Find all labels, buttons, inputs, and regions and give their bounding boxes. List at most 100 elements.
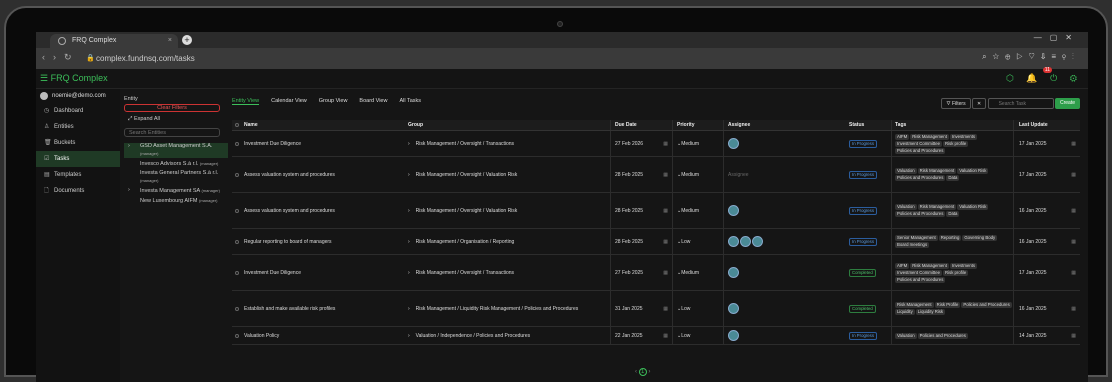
row-checkbox[interactable]	[235, 172, 239, 177]
tab-all-tasks[interactable]: All Tasks	[399, 98, 421, 104]
calendar-icon[interactable]: ▦	[1071, 270, 1076, 276]
assignee-cell[interactable]	[723, 327, 847, 344]
priority-select[interactable]: ⌄ Medium	[672, 131, 723, 156]
status-cell[interactable]: Completed	[847, 255, 891, 290]
calendar-icon[interactable]: ▦	[663, 239, 668, 245]
tag-chip[interactable]: Valuation	[895, 204, 917, 210]
chevron-right-icon[interactable]: ›	[408, 141, 410, 147]
due-date[interactable]: 27 Feb 2026 ▦	[610, 131, 672, 156]
status-cell[interactable]: In Progress	[847, 193, 891, 228]
tag-chip[interactable]: Policies and Procedures	[895, 175, 946, 181]
assignee-cell[interactable]	[723, 193, 847, 228]
tag-chip[interactable]: Valuation Risk	[957, 168, 989, 174]
tags-cell[interactable]: AIFM Risk Management Investments Investment…	[891, 131, 1013, 156]
row-checkbox[interactable]	[235, 239, 239, 244]
status-cell[interactable]: In Progress	[847, 327, 891, 344]
page-current[interactable]: 1	[638, 368, 647, 376]
tags-cell[interactable]: Valuation Risk Management Valuation Risk Po…	[891, 193, 1013, 228]
filters-button[interactable]: ⛛ Filters	[941, 98, 971, 109]
entity-node[interactable]: › GSD Asset Management S.A. (manager)	[124, 143, 228, 158]
calendar-icon[interactable]: ▦	[663, 141, 668, 147]
tag-chip[interactable]: AIFM	[895, 262, 910, 269]
tag-chip[interactable]: Risk Management	[917, 168, 957, 174]
entity-node[interactable]: Investa General Partners S.à r.l. (manag…	[124, 170, 228, 185]
table-row[interactable]: Investment Due Diligence › Risk Management…	[232, 131, 1080, 157]
chevron-right-icon[interactable]: ›	[408, 333, 410, 339]
assignee-cell[interactable]	[723, 291, 847, 326]
tags-cell[interactable]: Valuation Policies and Procedures	[891, 327, 1013, 344]
chevron-right-icon[interactable]: ›	[408, 239, 410, 245]
tags-cell[interactable]: Senior Management Reporting Governing Body…	[891, 229, 1013, 254]
app-brand[interactable]: ☰ FRQ Complex	[40, 73, 108, 84]
tag-chip[interactable]: Investments	[949, 133, 978, 140]
calendar-icon[interactable]: ▦	[1071, 141, 1076, 147]
browser-toolbar-icons[interactable]: ⌕☆⊕▷♡⇩≡⚲⋮	[982, 52, 1080, 62]
chevron-right-icon[interactable]: ›	[408, 208, 410, 214]
tag-chip[interactable]: Risk Management	[910, 262, 949, 269]
sidebar-item-tasks[interactable]: ☑ Tasks	[36, 151, 120, 167]
status-cell[interactable]: In Progress	[847, 229, 891, 254]
row-checkbox[interactable]	[235, 270, 239, 275]
tag-chip[interactable]: Investment Committee	[895, 269, 942, 276]
calendar-icon[interactable]: ▦	[663, 172, 668, 178]
calendar-icon[interactable]: ▦	[1071, 333, 1076, 339]
tag-chip[interactable]: Data	[946, 175, 960, 181]
calendar-icon[interactable]: ▦	[1071, 172, 1076, 178]
tag-chip[interactable]: Senior Management	[895, 235, 938, 241]
expand-all-button[interactable]: ⤢ Expand All	[128, 116, 160, 123]
clear-search-button[interactable]: ✕	[972, 98, 987, 109]
assignee-avatar[interactable]	[752, 236, 763, 247]
col-status[interactable]: Status	[847, 120, 891, 130]
new-tab-button[interactable]: +	[182, 35, 192, 45]
task-group[interactable]: › Risk Management / Oversight / Transacti…	[408, 255, 514, 290]
row-checkbox[interactable]	[235, 306, 239, 311]
tab-board-view[interactable]: Board View	[359, 98, 387, 104]
assignee-cell[interactable]	[723, 131, 847, 156]
chevron-right-icon[interactable]: ›	[128, 143, 130, 150]
tab-calendar-view[interactable]: Calendar View	[271, 98, 307, 104]
tag-chip[interactable]: Risk profile	[942, 140, 969, 147]
tag-chip[interactable]: Policies and Procedures	[895, 211, 946, 217]
entity-node[interactable]: › Investa Management SA (manager)	[124, 187, 228, 195]
tags-cell[interactable]: Risk Management Risk Profile Policies and …	[891, 291, 1013, 326]
assignee-avatar[interactable]	[728, 330, 739, 341]
assignee-avatar[interactable]	[740, 236, 751, 247]
tag-chip[interactable]: Reporting	[938, 235, 962, 241]
tag-chip[interactable]: AIFM	[895, 133, 910, 140]
table-row[interactable]: Assess valuation system and procedures › R…	[232, 157, 1080, 193]
col-assignee[interactable]: Assignee	[723, 120, 847, 130]
calendar-icon[interactable]: ▦	[1071, 239, 1076, 245]
chevron-right-icon[interactable]: ›	[408, 306, 410, 312]
tag-chip[interactable]: Policies and Procedures	[895, 147, 946, 154]
status-cell[interactable]: In Progress	[847, 157, 891, 192]
tag-chip[interactable]: Policies and Procedures	[917, 332, 968, 339]
col-name[interactable]: Name	[244, 120, 258, 130]
tag-chip[interactable]: Valuation	[895, 168, 917, 174]
tag-chip[interactable]: Risk Profile	[934, 302, 961, 308]
task-group[interactable]: › Risk Management / Oversight / Transacti…	[408, 131, 514, 156]
chevron-right-icon[interactable]: ›	[408, 172, 410, 178]
due-date[interactable]: 28 Feb 2025 ▦	[610, 229, 672, 254]
tag-chip[interactable]: Investment Committee	[895, 140, 942, 147]
tag-chip[interactable]: Risk Management	[895, 302, 934, 308]
tag-chip[interactable]: Data	[946, 211, 960, 217]
table-row[interactable]: Establish and make available risk profil…	[232, 291, 1080, 327]
calendar-icon[interactable]: ▦	[663, 306, 668, 312]
select-all-checkbox[interactable]	[235, 123, 239, 127]
task-group[interactable]: › Risk Management / Oversight / Valuation…	[408, 193, 517, 228]
user-profile[interactable]: noemie@demo.com	[36, 89, 120, 103]
tags-cell[interactable]: Valuation Risk Management Valuation Risk Po…	[891, 157, 1013, 192]
row-checkbox[interactable]	[235, 208, 239, 213]
col-group[interactable]: Group	[408, 120, 423, 130]
assignee-cell[interactable]	[723, 229, 847, 254]
chevron-right-icon[interactable]: ›	[128, 187, 130, 194]
table-row[interactable]: Valuation Policy › Valuation / Independenc…	[232, 327, 1080, 345]
assignee-avatar[interactable]	[728, 303, 739, 314]
table-row[interactable]: Regular reporting to board of managers › R…	[232, 229, 1080, 255]
tag-chip[interactable]: Risk Management	[910, 133, 949, 140]
row-checkbox[interactable]	[235, 141, 239, 146]
calendar-icon[interactable]: ▦	[663, 208, 668, 214]
col-due[interactable]: Due Date	[610, 120, 672, 130]
status-cell[interactable]: Completed	[847, 291, 891, 326]
table-row[interactable]: Assess valuation system and procedures › R…	[232, 193, 1080, 229]
